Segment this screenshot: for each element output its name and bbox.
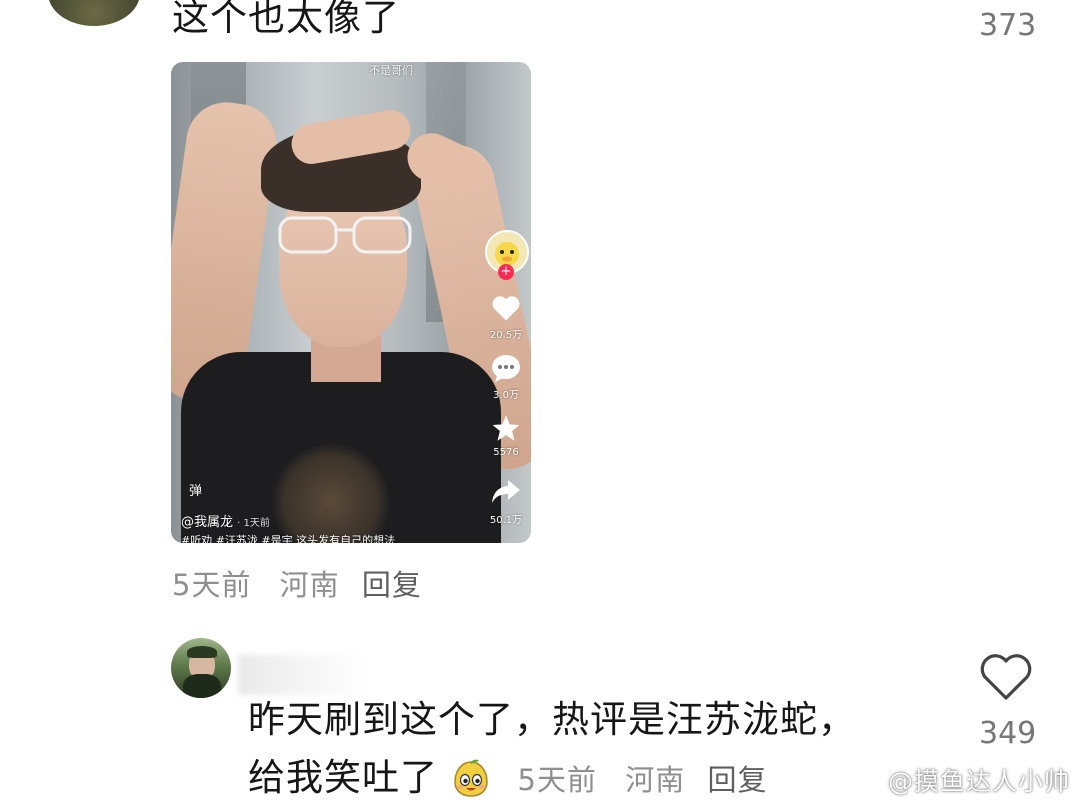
comment-time: 5天前 xyxy=(172,568,252,602)
video-hashtags: #听劝 #汪苏泷 #是宇 这头发有自己的想法 xyxy=(181,534,396,543)
follow-button[interactable]: + xyxy=(498,264,514,280)
share-count-label: 50.1万 xyxy=(489,515,523,526)
danmaku-toggle[interactable]: 弹 xyxy=(189,480,202,499)
reply-button[interactable]: 回复 xyxy=(362,568,422,602)
like-count: 373 xyxy=(979,8,1037,43)
like-count: 349 xyxy=(979,716,1037,751)
comment-text: 给我笑吐了 xyxy=(248,756,438,799)
star-icon[interactable] xyxy=(491,414,521,442)
avatar[interactable] xyxy=(171,638,231,698)
share-arrow-icon[interactable] xyxy=(491,478,521,504)
weibo-watermark: @摸鱼达人小帅 xyxy=(887,767,1070,796)
video-top-caption: 不是哥们 xyxy=(369,64,413,77)
video-author[interactable]: @我属龙 xyxy=(181,515,233,530)
comment-text: 昨天刷到这个了，热评是汪苏泷蛇， xyxy=(248,698,856,741)
video-post-time: · 1天前 xyxy=(237,518,270,529)
video-preview[interactable]: 不是哥们 + 20.5万 3.0万 5576 50.1万 弹 @我属龙 · 1天… xyxy=(171,62,531,543)
reply-button[interactable]: 回复 xyxy=(707,763,767,797)
avatar[interactable] xyxy=(48,0,140,26)
smiling-mango-emoji-icon xyxy=(454,759,488,797)
favorite-count-label: 5576 xyxy=(493,447,519,458)
comment-location: 河南 xyxy=(279,568,340,602)
comment-time: 5天前 xyxy=(517,763,597,797)
comment-location: 河南 xyxy=(625,763,686,797)
redacted-username xyxy=(238,655,368,695)
like-count-label: 20.5万 xyxy=(489,330,523,341)
comment-count-label: 3.0万 xyxy=(493,390,519,401)
comment-bubble-icon[interactable] xyxy=(491,354,521,382)
glasses xyxy=(278,216,412,254)
comment-text: 这个也太像了 xyxy=(172,0,400,39)
heart-outline-icon[interactable] xyxy=(979,652,1033,702)
heart-icon[interactable] xyxy=(491,294,521,322)
